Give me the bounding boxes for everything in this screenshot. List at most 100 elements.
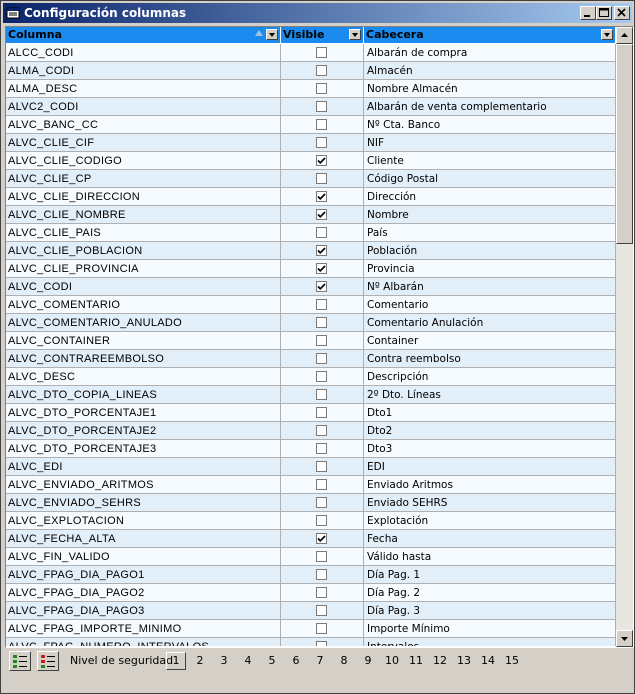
cell-cabecera[interactable]: Código Postal [364, 170, 616, 188]
security-level-7[interactable]: 7 [310, 652, 330, 670]
cell-cabecera[interactable]: Importe Mínimo [364, 620, 616, 638]
visible-checkbox[interactable] [316, 353, 327, 364]
cell-cabecera[interactable]: Cliente [364, 152, 616, 170]
cell-cabecera[interactable]: 2º Dto. Líneas [364, 386, 616, 404]
security-level-4[interactable]: 4 [238, 652, 258, 670]
cell-cabecera[interactable]: Dto3 [364, 440, 616, 458]
visible-checkbox[interactable] [316, 299, 327, 310]
table-row[interactable]: ALVC_CLIE_CODIGO Cliente [6, 152, 616, 170]
table-row[interactable]: ALVC_CONTRAREEMBOLSO Contra reembolso [6, 350, 616, 368]
visible-checkbox[interactable] [316, 461, 327, 472]
scroll-down-button[interactable] [616, 630, 633, 647]
visible-checkbox[interactable] [316, 317, 327, 328]
table-row[interactable]: ALVC_DTO_PORCENTAJE1 Dto1 [6, 404, 616, 422]
visible-checkbox-checked[interactable] [316, 263, 327, 274]
visible-checkbox[interactable] [316, 227, 327, 238]
cell-cabecera[interactable]: Dto1 [364, 404, 616, 422]
table-row[interactable]: ALVC_ENVIADO_ARITMOS Enviado Aritmos [6, 476, 616, 494]
cell-cabecera[interactable]: EDI [364, 458, 616, 476]
table-row[interactable]: ALVC_CLIE_DIRECCION Dirección [6, 188, 616, 206]
cell-cabecera[interactable]: Enviado Aritmos [364, 476, 616, 494]
visible-checkbox[interactable] [316, 119, 327, 130]
table-row[interactable]: ALVC_CLIE_CIF NIF [6, 134, 616, 152]
deselect-all-button[interactable] [37, 651, 59, 671]
visible-checkbox-checked[interactable] [316, 191, 327, 202]
visible-checkbox[interactable] [316, 497, 327, 508]
visible-checkbox[interactable] [316, 407, 327, 418]
cell-cabecera[interactable]: Container [364, 332, 616, 350]
table-row[interactable]: ALCC_CODI Albarán de compra [6, 44, 616, 62]
cell-cabecera[interactable]: Nº Albarán [364, 278, 616, 296]
security-level-14[interactable]: 14 [478, 652, 498, 670]
maximize-button[interactable] [596, 6, 612, 20]
table-row[interactable]: ALVC_FPAG_NUMERO_INTERVALOS Intervalos [6, 638, 616, 646]
cell-cabecera[interactable]: Comentario Anulación [364, 314, 616, 332]
security-level-2[interactable]: 2 [190, 652, 210, 670]
security-level-8[interactable]: 8 [334, 652, 354, 670]
cell-cabecera[interactable]: Contra reembolso [364, 350, 616, 368]
security-level-15[interactable]: 15 [502, 652, 522, 670]
table-row[interactable]: ALVC_CLIE_NOMBRE Nombre [6, 206, 616, 224]
cell-cabecera[interactable]: Nombre Almacén [364, 80, 616, 98]
title-bar[interactable]: Configuración columnas [3, 3, 632, 23]
minimize-button[interactable] [580, 6, 596, 20]
cell-cabecera[interactable]: Válido hasta [364, 548, 616, 566]
visible-checkbox[interactable] [316, 587, 327, 598]
table-row[interactable]: ALVC_FPAG_DIA_PAGO3 Día Pag. 3 [6, 602, 616, 620]
security-level-11[interactable]: 11 [406, 652, 426, 670]
table-row[interactable]: ALVC_CODI Nº Albarán [6, 278, 616, 296]
header-columna[interactable]: Columna [6, 27, 281, 43]
cell-cabecera[interactable]: Explotación [364, 512, 616, 530]
scroll-thumb[interactable] [616, 44, 633, 244]
cell-cabecera[interactable]: Dirección [364, 188, 616, 206]
table-row[interactable]: ALVC_CLIE_CP Código Postal [6, 170, 616, 188]
select-all-button[interactable] [9, 651, 31, 671]
cell-cabecera[interactable]: Almacén [364, 62, 616, 80]
visible-checkbox[interactable] [316, 65, 327, 76]
visible-checkbox[interactable] [316, 371, 327, 382]
security-level-10[interactable]: 10 [382, 652, 402, 670]
security-level-1[interactable]: 1 [166, 652, 186, 670]
scroll-up-button[interactable] [616, 27, 633, 44]
cell-cabecera[interactable]: Intervalos [364, 638, 616, 646]
cell-cabecera[interactable]: Comentario [364, 296, 616, 314]
table-row[interactable]: ALVC_BANC_CC Nº Cta. Banco [6, 116, 616, 134]
table-row[interactable]: ALVC_CLIE_PAIS País [6, 224, 616, 242]
visible-checkbox[interactable] [316, 515, 327, 526]
visible-checkbox-checked[interactable] [316, 245, 327, 256]
visible-checkbox[interactable] [316, 425, 327, 436]
visible-checkbox[interactable] [316, 137, 327, 148]
visible-filter-dropdown-icon[interactable] [349, 29, 361, 40]
cabecera-filter-dropdown-icon[interactable] [601, 29, 613, 40]
table-row[interactable]: ALMA_CODI Almacén [6, 62, 616, 80]
visible-checkbox[interactable] [316, 335, 327, 346]
cell-cabecera[interactable]: Descripción [364, 368, 616, 386]
visible-checkbox[interactable] [316, 389, 327, 400]
table-row[interactable]: ALVC_ENVIADO_SEHRS Enviado SEHRS [6, 494, 616, 512]
visible-checkbox[interactable] [316, 623, 327, 634]
table-row[interactable]: ALVC_FIN_VALIDO Válido hasta [6, 548, 616, 566]
table-row[interactable]: ALVC_DESC Descripción [6, 368, 616, 386]
table-row[interactable]: ALVC_COMENTARIO_ANULADO Comentario Anulac… [6, 314, 616, 332]
cell-cabecera[interactable]: Enviado SEHRS [364, 494, 616, 512]
security-level-13[interactable]: 13 [454, 652, 474, 670]
security-level-9[interactable]: 9 [358, 652, 378, 670]
header-visible[interactable]: Visible [281, 27, 364, 43]
cell-cabecera[interactable]: Nº Cta. Banco [364, 116, 616, 134]
visible-checkbox[interactable] [316, 605, 327, 616]
table-row[interactable]: ALVC_CONTAINER Container [6, 332, 616, 350]
table-row[interactable]: ALVC_FECHA_ALTA Fecha [6, 530, 616, 548]
table-row[interactable]: ALVC_CLIE_PROVINCIA Provincia [6, 260, 616, 278]
cell-cabecera[interactable]: Provincia [364, 260, 616, 278]
cell-cabecera[interactable]: Día Pag. 3 [364, 602, 616, 620]
vertical-scrollbar[interactable] [616, 27, 633, 647]
cell-cabecera[interactable]: Fecha [364, 530, 616, 548]
visible-checkbox[interactable] [316, 83, 327, 94]
cell-cabecera[interactable]: Albarán de compra [364, 44, 616, 62]
cell-cabecera[interactable]: Día Pag. 2 [364, 584, 616, 602]
table-row[interactable]: ALVC_EDI EDI [6, 458, 616, 476]
visible-checkbox[interactable] [316, 479, 327, 490]
cell-cabecera[interactable]: Población [364, 242, 616, 260]
table-row[interactable]: ALMA_DESC Nombre Almacén [6, 80, 616, 98]
visible-checkbox[interactable] [316, 443, 327, 454]
